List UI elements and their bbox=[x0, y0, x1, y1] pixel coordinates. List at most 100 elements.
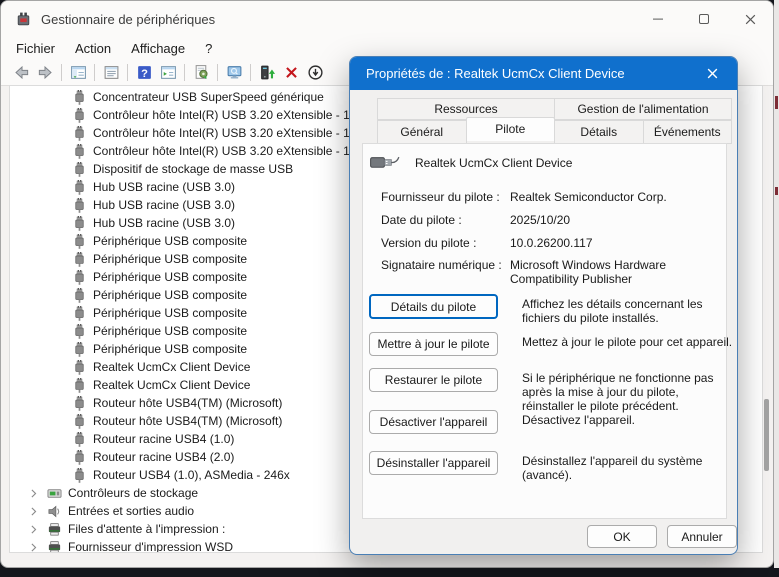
usb-icon bbox=[72, 234, 87, 249]
window-controls bbox=[635, 1, 773, 37]
ok-button[interactable]: OK bbox=[587, 525, 657, 548]
tab-gestion-alimentation[interactable]: Gestion de l'alimentation bbox=[554, 98, 732, 120]
usb-icon bbox=[72, 306, 87, 321]
device-manager-app-icon bbox=[15, 11, 32, 28]
toolbar-separator bbox=[127, 64, 128, 81]
toolbar-separator bbox=[184, 64, 185, 81]
dialog-footer: OK Annuler bbox=[350, 517, 737, 554]
uninstall-device-button[interactable]: Désinstaller l'appareil bbox=[369, 451, 498, 475]
usb-icon bbox=[72, 126, 87, 141]
back-icon[interactable] bbox=[11, 63, 31, 83]
usb-icon bbox=[72, 342, 87, 357]
dialog-close-icon[interactable] bbox=[699, 61, 725, 87]
minimize-icon[interactable] bbox=[635, 1, 681, 37]
usb-icon bbox=[72, 144, 87, 159]
window-title: Gestionnaire de périphériques bbox=[41, 12, 215, 27]
usb-device-icon bbox=[369, 152, 401, 174]
tree-item-label: Périphérique USB composite bbox=[93, 322, 247, 340]
usb-icon bbox=[72, 252, 87, 267]
titlebar: Gestionnaire de périphériques bbox=[1, 1, 773, 37]
disable-device-button[interactable]: Désactiver l'appareil bbox=[369, 410, 498, 434]
field-driver-provider: Fournisseur du pilote : Realtek Semicond… bbox=[381, 190, 728, 204]
usb-icon bbox=[72, 270, 87, 285]
toolbar-separator bbox=[217, 64, 218, 81]
usb-icon bbox=[72, 378, 87, 393]
tree-item-label: Hub USB racine (USB 3.0) bbox=[93, 178, 235, 196]
menu-action[interactable]: Action bbox=[65, 39, 121, 58]
uninstall-device-icon[interactable] bbox=[281, 63, 301, 83]
printer-icon bbox=[47, 522, 62, 537]
tab-details[interactable]: Détails bbox=[554, 120, 644, 144]
maximize-icon[interactable] bbox=[681, 1, 727, 37]
usb-icon bbox=[72, 108, 87, 123]
close-icon[interactable] bbox=[727, 1, 773, 37]
properties-icon[interactable] bbox=[101, 63, 121, 83]
tree-item-label: Fournisseur d'impression WSD bbox=[68, 538, 233, 553]
show-console-tree-icon[interactable] bbox=[68, 63, 88, 83]
tree-item-label: Périphérique USB composite bbox=[93, 268, 247, 286]
menu-affichage[interactable]: Affichage bbox=[121, 39, 195, 58]
roll-back-driver-button[interactable]: Restaurer le pilote bbox=[369, 368, 498, 392]
tree-item-label: Concentrateur USB SuperSpeed générique bbox=[93, 88, 324, 106]
tree-item-label: Dispositif de stockage de masse USB bbox=[93, 160, 293, 178]
usb-icon bbox=[72, 432, 87, 447]
pilote-tab-content: Realtek UcmCx Client Device Fournisseur … bbox=[362, 143, 727, 519]
tab-evenements[interactable]: Événements bbox=[643, 120, 733, 144]
tree-item-label: Périphérique USB composite bbox=[93, 304, 247, 322]
tree-item-label: Contrôleur hôte Intel(R) USB 3.20 eXtens… bbox=[93, 124, 366, 142]
tree-item-label: Contrôleurs de stockage bbox=[68, 484, 198, 502]
tree-item-label: Realtek UcmCx Client Device bbox=[93, 358, 250, 376]
driver-details-button[interactable]: Détails du pilote bbox=[369, 294, 498, 319]
chevron-right-icon[interactable] bbox=[27, 505, 40, 518]
usb-icon bbox=[72, 450, 87, 465]
scan-hardware-changes-icon[interactable] bbox=[191, 63, 211, 83]
tree-item-label: Routeur racine USB4 (1.0) bbox=[93, 430, 234, 448]
tree-item-label: Périphérique USB composite bbox=[93, 232, 247, 250]
show-action-pane-icon[interactable] bbox=[158, 63, 178, 83]
storage-icon bbox=[47, 486, 62, 501]
tree-item-label: Realtek UcmCx Client Device bbox=[93, 376, 250, 394]
usb-icon bbox=[72, 90, 87, 105]
remote-computer-icon[interactable] bbox=[224, 63, 244, 83]
chevron-right-icon[interactable] bbox=[27, 541, 40, 554]
properties-dialog: Propriétés de : Realtek UcmCx Client Dev… bbox=[349, 56, 738, 555]
disable-device-icon[interactable] bbox=[305, 63, 325, 83]
device-header: Realtek UcmCx Client Device bbox=[369, 152, 572, 174]
svg-text:?: ? bbox=[141, 68, 148, 80]
action-uninstall-device: Désinstaller l'appareil Désinstallez l'a… bbox=[369, 451, 734, 482]
tree-scrollbar[interactable] bbox=[764, 399, 769, 471]
field-driver-date: Date du pilote : 2025/10/20 bbox=[381, 213, 728, 227]
printer-icon bbox=[47, 540, 62, 554]
tree-item-label: Contrôleur hôte Intel(R) USB 3.20 eXtens… bbox=[93, 106, 366, 124]
background-artifact bbox=[775, 96, 778, 109]
usb-icon bbox=[72, 180, 87, 195]
tree-item-label: Périphérique USB composite bbox=[93, 250, 247, 268]
toolbar-separator bbox=[61, 64, 62, 81]
forward-icon[interactable] bbox=[35, 63, 55, 83]
help-icon[interactable]: ? bbox=[134, 63, 154, 83]
tree-item-label: Routeur racine USB4 (2.0) bbox=[93, 448, 234, 466]
desktop-right-strip bbox=[774, 0, 779, 568]
dialog-title: Propriétés de : Realtek UcmCx Client Dev… bbox=[366, 66, 625, 81]
device-name: Realtek UcmCx Client Device bbox=[415, 156, 572, 170]
update-driver-button[interactable]: Mettre à jour le pilote bbox=[369, 332, 498, 356]
usb-icon bbox=[72, 288, 87, 303]
field-driver-version: Version du pilote : 10.0.26200.117 bbox=[381, 236, 728, 250]
tab-general[interactable]: Général bbox=[377, 120, 467, 144]
tree-item-label: Entrées et sorties audio bbox=[68, 502, 194, 520]
toolbar-separator bbox=[250, 64, 251, 81]
tab-pilote[interactable]: Pilote bbox=[466, 117, 556, 141]
action-update-driver: Mettre à jour le pilote Mettez à jour le… bbox=[369, 332, 734, 356]
chevron-right-icon[interactable] bbox=[27, 487, 40, 500]
usb-icon bbox=[72, 396, 87, 411]
tree-item-label: Périphérique USB composite bbox=[93, 340, 247, 358]
cancel-button[interactable]: Annuler bbox=[667, 525, 737, 548]
menu-help[interactable]: ? bbox=[195, 39, 222, 58]
action-disable-device: Désactiver l'appareil Désactivez l'appar… bbox=[369, 410, 734, 434]
tree-item-label: Routeur hôte USB4(TM) (Microsoft) bbox=[93, 394, 282, 412]
update-driver-icon[interactable] bbox=[257, 63, 277, 83]
background-artifact bbox=[775, 187, 778, 195]
menu-fichier[interactable]: Fichier bbox=[6, 39, 65, 58]
chevron-right-icon[interactable] bbox=[27, 523, 40, 536]
tree-item-label: Périphérique USB composite bbox=[93, 286, 247, 304]
